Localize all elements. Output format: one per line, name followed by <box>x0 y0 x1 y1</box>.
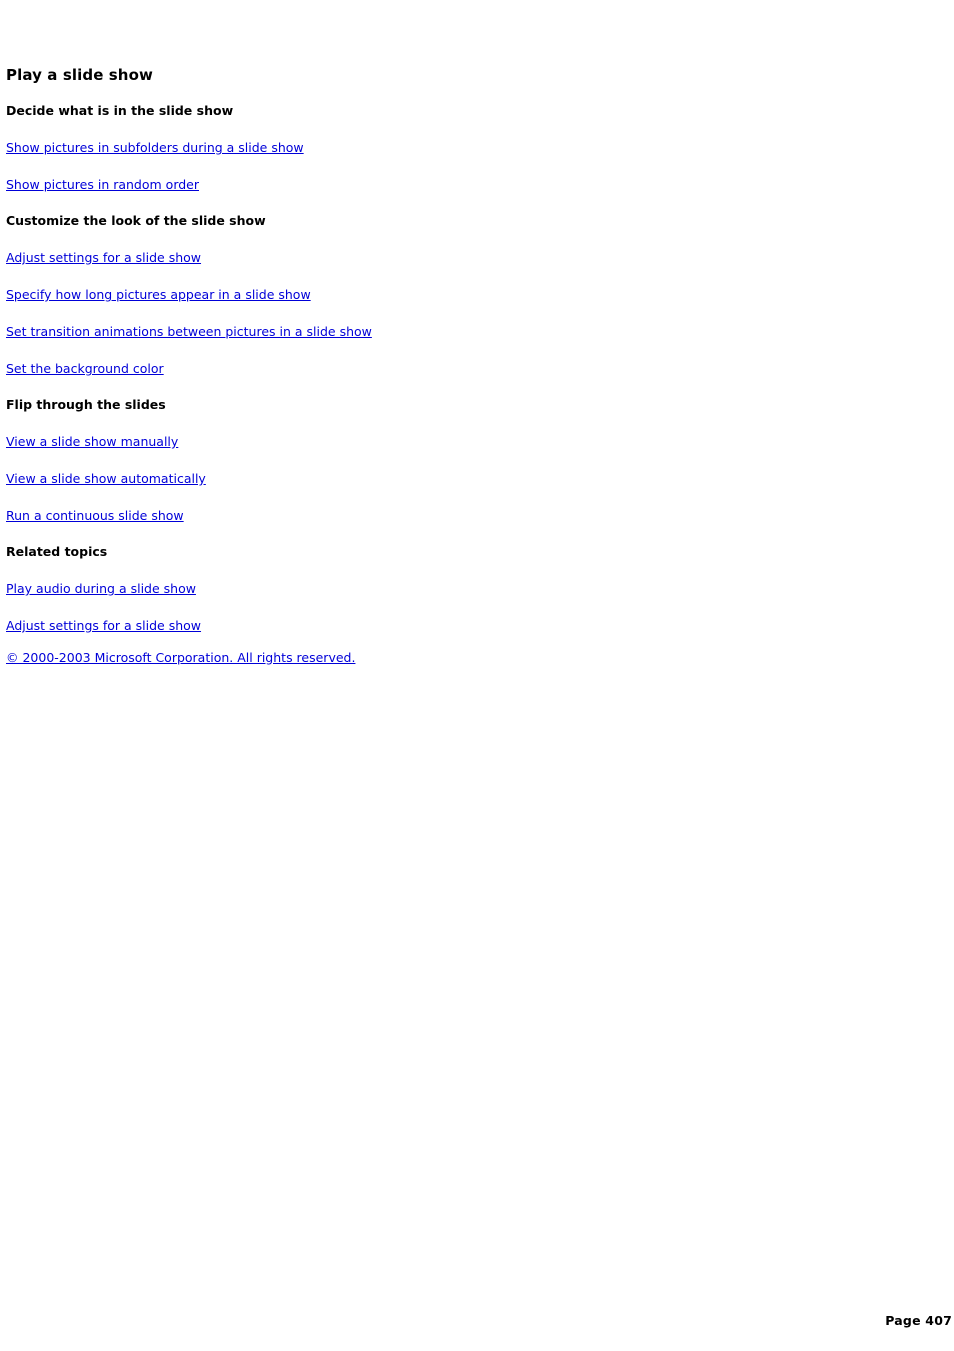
copyright-row: © 2000-2003 Microsoft Corporation. All r… <box>6 649 906 665</box>
topic-link-row: Show pictures in random order <box>6 176 906 192</box>
link-view-a-slide-show-manually[interactable]: View a slide show manually <box>6 434 178 449</box>
link-set-transition-animations[interactable]: Set transition animations between pictur… <box>6 324 372 339</box>
link-play-audio-during-a-slide-show[interactable]: Play audio during a slide show <box>6 581 196 596</box>
page-title: Play a slide show <box>6 66 153 84</box>
link-show-pictures-in-subfolders[interactable]: Show pictures in subfolders during a sli… <box>6 140 304 155</box>
topic-link-row: Run a continuous slide show <box>6 507 906 523</box>
section-heading-related-topics: Related topics <box>6 544 108 559</box>
topic-link-row: View a slide show automatically <box>6 470 906 486</box>
topic-link-row: Specify how long pictures appear in a sl… <box>6 286 906 302</box>
link-adjust-settings-for-a-slide-show-related[interactable]: Adjust settings for a slide show <box>6 618 201 633</box>
link-set-the-background-color[interactable]: Set the background color <box>6 361 164 376</box>
section-heading-customize: Customize the look of the slide show <box>6 213 266 228</box>
link-adjust-settings-for-a-slide-show[interactable]: Adjust settings for a slide show <box>6 250 201 265</box>
document-content: Play a slide show Decide what is in the … <box>6 66 906 665</box>
topic-link-row: View a slide show manually <box>6 433 906 449</box>
page-number: Page 407 <box>885 1313 952 1328</box>
copyright-link[interactable]: © 2000-2003 Microsoft Corporation. All r… <box>6 650 355 665</box>
topic-link-row: Adjust settings for a slide show <box>6 249 906 265</box>
link-specify-how-long-pictures-appear[interactable]: Specify how long pictures appear in a sl… <box>6 287 311 302</box>
section-heading-flip: Flip through the slides <box>6 397 166 412</box>
topic-link-row: Show pictures in subfolders during a sli… <box>6 139 906 155</box>
document-page: Play a slide show Decide what is in the … <box>0 0 954 1351</box>
topic-link-row: Play audio during a slide show <box>6 580 906 596</box>
link-run-a-continuous-slide-show[interactable]: Run a continuous slide show <box>6 508 184 523</box>
link-view-a-slide-show-automatically[interactable]: View a slide show automatically <box>6 471 206 486</box>
topic-link-row: Adjust settings for a slide show <box>6 617 906 633</box>
topic-link-row: Set the background color <box>6 360 906 376</box>
topic-link-row: Set transition animations between pictur… <box>6 323 906 339</box>
link-show-pictures-in-random-order[interactable]: Show pictures in random order <box>6 177 199 192</box>
section-heading-decide: Decide what is in the slide show <box>6 103 234 118</box>
